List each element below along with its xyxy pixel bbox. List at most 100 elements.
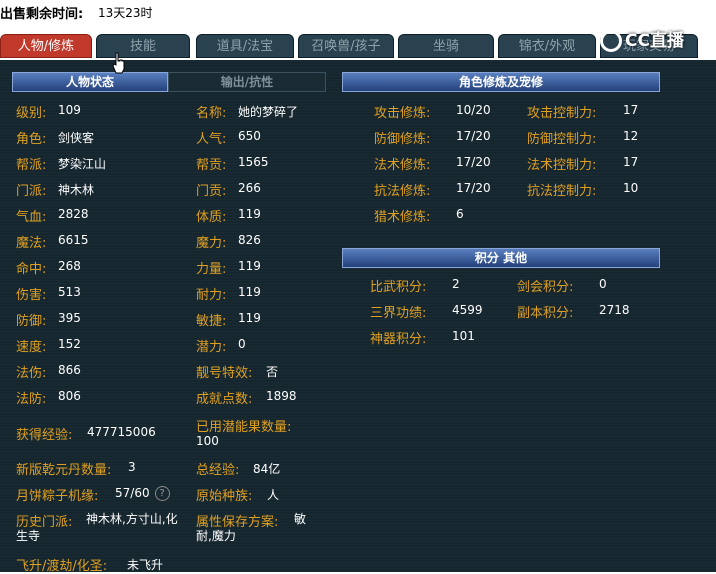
stat-label: 气血: — [16, 210, 47, 225]
stat-value: 0 — [238, 337, 246, 351]
stat-label: 敏捷: — [196, 314, 227, 329]
qianyuan-label: 新版乾元丹数量: — [16, 463, 112, 478]
cc-logo-icon — [600, 30, 622, 52]
attr-save-value: 敏耐,魔力 — [196, 512, 307, 543]
total-exp-label: 总经验: — [196, 463, 240, 478]
stat-label: 力量: — [196, 262, 227, 277]
stat-value: 1898 — [266, 389, 297, 403]
cultivation-value: 10/20 — [456, 103, 491, 117]
stat-label: 耐力: — [196, 288, 227, 303]
stat-value: 866 — [58, 363, 81, 377]
stat-value: 119 — [238, 311, 261, 325]
cc-live-watermark: CC直播 — [600, 28, 700, 54]
cultivation-value: 17/20 — [456, 129, 491, 143]
tab-mounts[interactable]: 坐骑 — [398, 34, 494, 58]
stat-label: 门派: — [16, 184, 47, 199]
stat-label: 帮贡: — [196, 158, 227, 173]
tab-character[interactable]: 人物/修炼 — [0, 34, 92, 58]
stat-label: 法伤: — [16, 366, 47, 381]
stat-label: 靓号特效: — [196, 366, 253, 381]
exp-value: 477715006 — [87, 425, 156, 439]
potion-label: 已用潜能果数量: — [196, 420, 292, 435]
points-value: 0 — [599, 277, 607, 291]
stat-label: 防御: — [16, 314, 47, 329]
potion-value: 100 — [196, 434, 219, 448]
stat-value: 否 — [266, 365, 279, 379]
stat-value: 266 — [238, 181, 261, 195]
stat-label: 名称: — [196, 106, 227, 121]
points-value: 4599 — [452, 303, 483, 317]
stat-label: 法防: — [16, 392, 47, 407]
points-label: 比武积分: — [370, 280, 427, 295]
stat-value: 剑侠客 — [58, 131, 95, 145]
points-value: 2718 — [599, 303, 630, 317]
stat-value: 826 — [238, 233, 261, 247]
stat-value: 她的梦碎了 — [238, 105, 299, 119]
control-label: 法术控制力: — [527, 158, 597, 173]
tab-outfits[interactable]: 锦衣/外观 — [498, 34, 596, 58]
control-label: 攻击控制力: — [527, 106, 597, 121]
stat-label: 成就点数: — [196, 392, 253, 407]
qianyuan-value: 3 — [128, 460, 136, 474]
tab-summons[interactable]: 召唤兽/孩子 — [298, 34, 394, 58]
stat-label: 伤害: — [16, 288, 47, 303]
tab-skills[interactable]: 技能 — [96, 34, 190, 58]
cultivation-label: 防御修炼: — [374, 132, 431, 147]
stat-label: 魔法: — [16, 236, 47, 251]
header-character-status[interactable]: 人物状态 — [12, 72, 168, 92]
total-exp-value: 84亿 — [253, 462, 281, 476]
help-icon[interactable]: ? — [154, 486, 170, 501]
stat-value: 2828 — [58, 207, 89, 221]
cc-brand-text: CC直播 — [625, 31, 684, 51]
cultivation-label: 猎术修炼: — [374, 210, 431, 225]
mooncake-value: 57/60? — [115, 486, 170, 501]
stat-label: 角色: — [16, 132, 47, 147]
stat-label: 人气: — [196, 132, 227, 147]
sale-timer-bar: 出售剩余时间: 13天23时 — [0, 0, 716, 30]
header-cultivation: 角色修炼及宠修 — [342, 72, 660, 92]
control-value: 12 — [623, 129, 639, 143]
sale-timer-label: 出售剩余时间: — [0, 7, 84, 22]
points-label: 三界功绩: — [370, 306, 427, 321]
stat-value: 119 — [238, 259, 261, 273]
stat-value: 神木林 — [58, 183, 95, 197]
stat-value: 109 — [58, 103, 81, 117]
stat-value: 1565 — [238, 155, 269, 169]
stat-label: 命中: — [16, 262, 47, 277]
stat-value: 梦染江山 — [58, 157, 107, 171]
stat-label: 帮派: — [16, 158, 47, 173]
stat-value: 6615 — [58, 233, 89, 247]
points-label: 副本积分: — [517, 306, 574, 321]
points-value: 2 — [452, 277, 460, 291]
cultivation-value: 6 — [456, 207, 464, 221]
mooncake-label: 月饼粽子机缘: — [16, 489, 99, 504]
character-panel: 人物状态 输出/抗性 角色修炼及宠修 积分 其他 级别: 109 角色: 剑侠客 帮派:… — [0, 60, 716, 574]
stat-value: 268 — [58, 259, 81, 273]
ascend-label: 飞升/渡劫/化圣: — [16, 559, 108, 574]
mooncake-number: 57/60 — [115, 486, 150, 500]
header-points: 积分 其他 — [342, 248, 660, 268]
stat-value: 395 — [58, 311, 81, 325]
stat-label: 潜力: — [196, 340, 227, 355]
points-label: 剑会积分: — [517, 280, 574, 295]
stat-label: 魔力: — [196, 236, 227, 251]
cultivation-value: 17/20 — [456, 155, 491, 169]
cultivation-value: 17/20 — [456, 181, 491, 195]
control-label: 防御控制力: — [527, 132, 597, 147]
hand-cursor-icon — [112, 52, 125, 74]
tab-items[interactable]: 道具/法宝 — [196, 34, 294, 58]
cultivation-label: 抗法修炼: — [374, 184, 431, 199]
exp-label: 获得经验: — [16, 428, 73, 443]
points-label: 神器积分: — [370, 332, 427, 347]
stat-label: 级别: — [16, 106, 47, 121]
cultivation-label: 攻击修炼: — [374, 106, 431, 121]
control-label: 抗法控制力: — [527, 184, 597, 199]
stat-label: 速度: — [16, 340, 47, 355]
stat-value: 650 — [238, 129, 261, 143]
stat-value: 152 — [58, 337, 81, 351]
stat-value: 119 — [238, 207, 261, 221]
header-output-resistance[interactable]: 输出/抗性 — [168, 72, 326, 92]
stat-value: 806 — [58, 389, 81, 403]
stat-label: 门贡: — [196, 184, 227, 199]
history-value: 神木林,方寸山,化生寺 — [16, 512, 178, 543]
